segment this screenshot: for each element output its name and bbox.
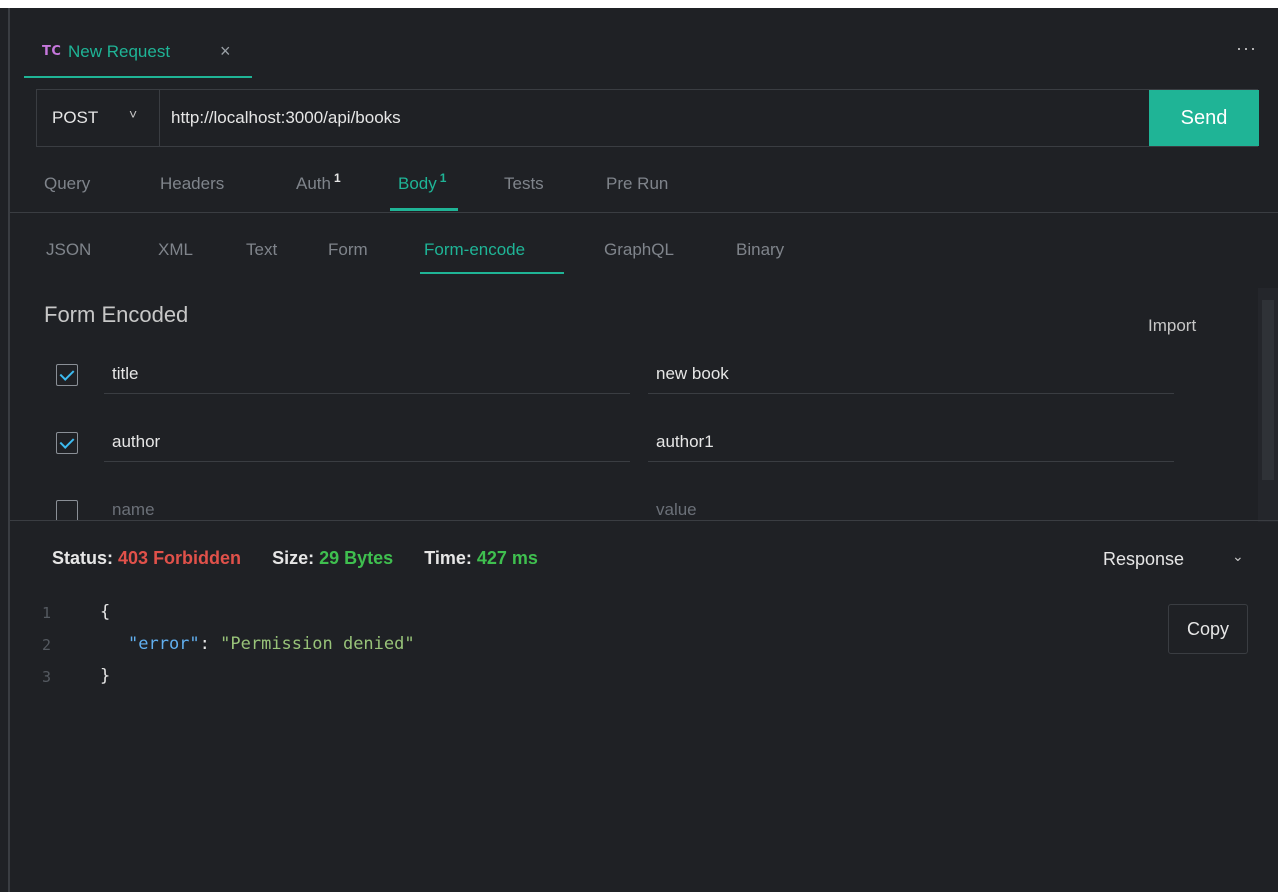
form-row-empty: name value [10, 496, 1210, 520]
url-input[interactable]: http://localhost:3000/api/books [171, 108, 401, 128]
tab-body[interactable]: Body 1 [398, 171, 447, 194]
row-checkbox[interactable] [56, 432, 78, 454]
status-label: Status: [52, 548, 114, 568]
line-number: 1 [42, 604, 52, 622]
section-divider [10, 520, 1278, 521]
line-number: 3 [42, 668, 52, 686]
import-button[interactable]: Import [1148, 316, 1196, 336]
form-row: title new book [10, 360, 1210, 420]
request-tabs: Query Headers Auth 1 Body 1 Tests Pre Run [10, 158, 1278, 213]
body-tab-form-encode[interactable]: Form-encode [424, 240, 525, 260]
param-value-input[interactable]: value [648, 496, 1174, 520]
scrollbar-thumb[interactable] [1262, 300, 1274, 480]
response-view-select[interactable]: Response [1103, 549, 1184, 570]
tab-pre-run[interactable]: Pre Run [606, 174, 668, 194]
row-checkbox[interactable] [56, 500, 78, 520]
body-tab-xml[interactable]: XML [158, 240, 193, 260]
tab-query[interactable]: Query [44, 174, 90, 194]
tab-label: Query [44, 174, 91, 193]
method-select[interactable]: POST ˅ [37, 90, 160, 146]
size-value: 29 Bytes [319, 548, 394, 568]
section-title: Form Encoded [44, 302, 189, 327]
body-tab-binary[interactable]: Binary [736, 240, 784, 260]
response-status-bar: Status: 403 Forbidden Size: 29 Bytes Tim… [52, 548, 538, 569]
body-tab-text[interactable]: Text [246, 240, 277, 260]
close-icon[interactable]: × [220, 41, 231, 62]
row-checkbox[interactable] [56, 364, 78, 386]
param-value-input[interactable]: author1 [648, 428, 1174, 462]
tab-new-request[interactable]: TC New Request × [24, 38, 252, 78]
tab-auth[interactable]: Auth 1 [296, 171, 341, 194]
form-row: author author1 [10, 428, 1210, 488]
method-label: POST [52, 108, 99, 127]
size-label: Size: [272, 548, 315, 568]
code-line: } [100, 666, 111, 686]
thunder-client-panel: TC New Request × ··· POST ˅ http://local… [10, 8, 1278, 892]
tab-label: Pre Run [606, 174, 669, 193]
send-button[interactable]: Send [1149, 90, 1259, 146]
count-badge: 1 [333, 171, 341, 185]
window-top-edge [0, 0, 1278, 8]
tab-bar: TC New Request × ··· [10, 8, 1278, 78]
count-badge: 1 [439, 171, 447, 185]
chevron-down-icon: ˅ [129, 106, 138, 122]
tab-title: New Request [68, 42, 171, 61]
request-url-bar: POST ˅ http://localhost:3000/api/books S… [36, 89, 1259, 147]
more-options-icon[interactable]: ··· [1236, 38, 1257, 59]
status-value: 403 Forbidden [118, 548, 242, 568]
tab-label: Tests [504, 174, 544, 193]
code-line: "error": "Permission denied" [128, 634, 415, 654]
param-name-input[interactable]: title [104, 360, 630, 394]
time-value: 427 ms [476, 548, 538, 568]
param-name-input[interactable]: author [104, 428, 630, 462]
param-name-input[interactable]: name [104, 496, 630, 520]
copy-button[interactable]: Copy [1168, 604, 1248, 654]
time-label: Time: [424, 548, 472, 568]
tab-headers[interactable]: Headers [160, 174, 224, 194]
json-colon: : [199, 634, 221, 654]
json-string: "Permission denied" [220, 634, 415, 654]
tab-tests[interactable]: Tests [504, 174, 544, 194]
tab-label: Body [398, 174, 437, 193]
active-body-tab-indicator [420, 272, 564, 274]
param-value-input[interactable]: new book [648, 360, 1174, 394]
body-tab-form[interactable]: Form [328, 240, 368, 260]
line-number: 2 [42, 636, 52, 654]
chevron-down-icon[interactable]: ⌄ [1232, 548, 1244, 565]
code-line: { [100, 602, 111, 622]
thunder-client-icon: TC [42, 44, 62, 59]
tab-label: Auth [296, 174, 331, 193]
body-tab-graphql[interactable]: GraphQL [604, 240, 674, 260]
tab-label: Headers [160, 174, 225, 193]
body-tab-json[interactable]: JSON [46, 240, 91, 260]
json-key: "error" [128, 634, 200, 654]
active-tab-indicator [390, 208, 458, 211]
